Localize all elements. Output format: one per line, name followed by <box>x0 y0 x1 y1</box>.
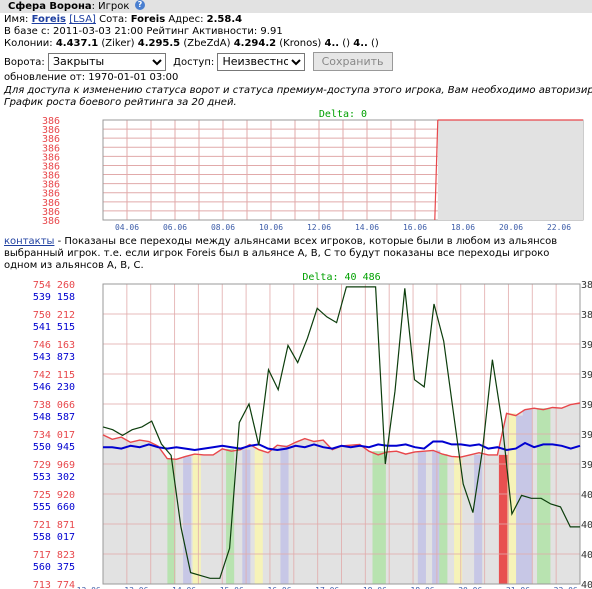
page-header: Сфера Ворона: Игрок ? <box>0 0 592 13</box>
left-axis-blue-label: 553 302 <box>33 472 75 483</box>
left-axis-red-label: 717 823 <box>33 550 75 561</box>
transfer-band <box>537 408 551 584</box>
sota-name: Foreis <box>130 14 166 25</box>
left-axis-red-label: 729 969 <box>33 460 75 471</box>
right-axis-label: 388 <box>581 310 592 321</box>
y-tick-label: 386 <box>42 216 60 227</box>
left-axis-blue-label: 560 375 <box>33 562 75 573</box>
series-area <box>437 120 583 220</box>
right-axis-label: 407 <box>581 580 592 589</box>
x-tick-label: 06.06 <box>163 223 187 232</box>
left-axis-red-label: 750 212 <box>33 310 75 321</box>
transfer-chart-title: Delta: 40 486 <box>302 272 380 283</box>
x-tick-label: 18.06 <box>451 223 475 232</box>
rating-chart-title: Delta: 0 <box>319 109 367 120</box>
contacts-link[interactable]: контакты <box>4 236 54 247</box>
access-select[interactable]: Неизвестно <box>217 52 306 71</box>
transfer-band <box>417 451 426 584</box>
transfer-band <box>254 449 263 584</box>
left-axis-red-label: 742 115 <box>33 370 75 381</box>
player-name-row: Имя: Foreis [LSA] Сота: Foreis Адрес: 2.… <box>4 14 243 25</box>
right-axis-label: 403 <box>581 520 592 531</box>
player-name-link[interactable]: Foreis <box>32 14 66 25</box>
transfer-band <box>498 454 508 584</box>
right-axis-label: 401 <box>581 490 592 501</box>
left-axis-red-label: 754 260 <box>33 280 75 291</box>
gate-select[interactable]: Закрыты <box>47 52 166 71</box>
transfer-band <box>439 454 448 584</box>
left-axis-blue-label: 558 017 <box>33 532 75 543</box>
base-date-row: В базе с: 2011-03-03 21:00 Рейтинг Актив… <box>4 26 283 37</box>
help-icon[interactable]: ? <box>134 0 145 10</box>
left-axis-blue-label: 555 660 <box>33 502 75 513</box>
address-value: 2.58.4 <box>206 14 243 25</box>
left-axis-blue-label: 550 945 <box>33 442 75 453</box>
transfer-band <box>432 450 441 584</box>
page-subtitle: : Игрок <box>91 1 130 12</box>
right-axis-label: 396 <box>581 430 592 441</box>
left-axis-red-label: 725 920 <box>33 490 75 501</box>
auth-notice: Для доступа к изменению статуса ворот и … <box>4 85 592 96</box>
transfer-band <box>183 456 192 584</box>
x-tick-label: 12.06 <box>307 223 331 232</box>
left-axis-blue-label: 548 587 <box>33 412 75 423</box>
contacts-row: контакты - Показаны все переходы между а… <box>4 236 558 247</box>
transfer-chart: Delta: 40 486 754 260 750 212 746 163 742 11… <box>0 270 592 589</box>
left-axis-red-label: 734 017 <box>33 430 75 441</box>
right-axis-label: 386 <box>581 280 592 291</box>
left-axis-blue-label: 546 230 <box>33 382 75 393</box>
transfer-band <box>192 454 201 584</box>
x-tick-label: 16.06 <box>403 223 427 232</box>
colonies-row: Колонии: 4.437.1 (Ziker) 4.295.5 (ZbeZdA… <box>4 38 379 49</box>
transfer-band <box>280 445 289 584</box>
transfer-band <box>372 451 386 584</box>
left-axis-blue-label: 541 515 <box>33 322 75 333</box>
right-axis-label: 392 <box>581 370 592 381</box>
left-axis-red-label: 721 871 <box>33 520 75 531</box>
x-tick-label: 04.06 <box>115 223 139 232</box>
update-line: обновление от: 1970-01-01 03:00 <box>4 72 179 83</box>
right-axis-label: 405 <box>581 550 592 561</box>
left-axis-blue-label: 539 158 <box>33 292 75 303</box>
x-tick-label: 14.06 <box>355 223 379 232</box>
left-axis-red-label: 738 066 <box>33 400 75 411</box>
save-button[interactable]: Сохранить <box>312 52 393 71</box>
transfer-band <box>226 448 235 584</box>
alliance-link[interactable]: [LSA] <box>69 14 96 25</box>
right-axis-label: 398 <box>581 460 592 471</box>
series-rise <box>434 119 439 221</box>
left-axis-red-label: 713 774 <box>33 580 75 589</box>
rating-chart-svg: Delta: 038638638638638638638638638638638… <box>42 109 584 232</box>
controls-row: Ворота: Закрыты Доступ: Неизвестно Сохра… <box>4 52 393 72</box>
right-axis-label: 390 <box>581 340 592 351</box>
right-axis-label: 394 <box>581 400 592 411</box>
x-tick-label: 10.06 <box>259 223 283 232</box>
x-tick-label: 22.06 <box>547 223 571 232</box>
page-title: Сфера Ворона <box>8 1 92 12</box>
x-tick-label: 20.06 <box>499 223 523 232</box>
contacts-text-2: выбранный игрок. т.е. если игрок Foreis … <box>4 248 550 259</box>
x-tick-label: 08.06 <box>211 223 235 232</box>
transfer-chart-svg: Delta: 40 486 754 260 750 212 746 163 742 11… <box>33 272 592 589</box>
rating-chart: Delta: 0 386 386 386 386 386 386 386 386 386 386 38… <box>0 108 592 232</box>
left-axis-blue-label: 543 873 <box>33 352 75 363</box>
left-axis-red-label: 746 163 <box>33 340 75 351</box>
